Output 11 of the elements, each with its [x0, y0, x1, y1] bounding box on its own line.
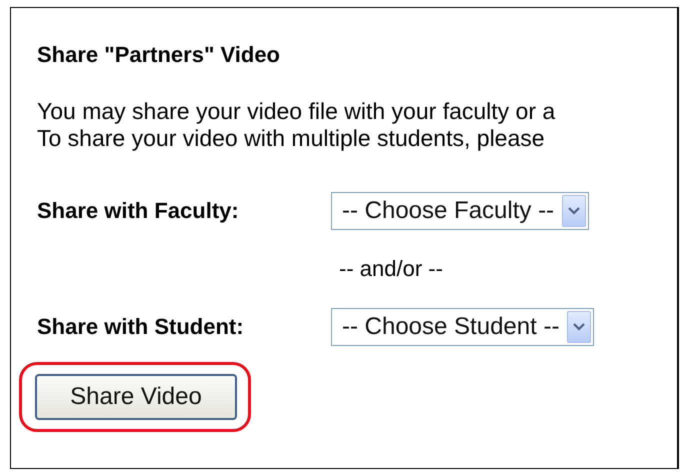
intro-text: You may share your video file with your faculty or a	[37, 98, 556, 125]
caret-icon	[562, 195, 586, 227]
dialog-title: Share "Partners" Video	[37, 42, 280, 68]
and-or-text: -- and/or --	[339, 256, 443, 282]
share-video-button[interactable]: Share Video	[35, 374, 237, 420]
field-label: Share with Student:	[37, 314, 244, 340]
dropdown[interactable]: -- Choose Faculty --	[331, 192, 590, 230]
intro-text: To share your video with multiple students, please	[37, 125, 545, 152]
dropdown[interactable]: -- Choose Student --	[331, 308, 594, 346]
caret-icon	[567, 311, 592, 343]
field-label: Share with Faculty:	[37, 198, 239, 224]
